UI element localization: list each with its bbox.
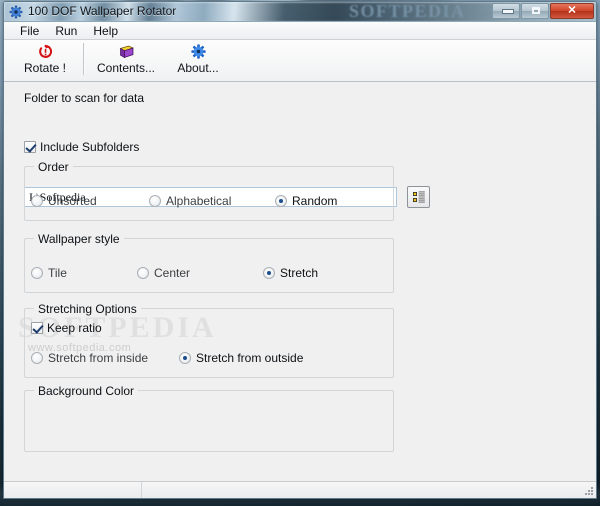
order-option-alphabetical-label: Alphabetical — [166, 194, 232, 208]
book-icon — [118, 43, 134, 60]
window-controls: ✕ — [492, 3, 594, 19]
resize-grip[interactable] — [582, 485, 594, 497]
radio-alphabetical[interactable] — [149, 195, 161, 207]
radio-stretch-from-inside[interactable] — [31, 352, 43, 364]
about-button-label: About... — [177, 61, 219, 75]
keep-ratio-checkbox[interactable] — [31, 322, 43, 334]
wallpaper-style-option-center-label: Center — [154, 266, 191, 280]
gear-icon — [190, 43, 206, 60]
radio-stretch-from-outside[interactable] — [179, 352, 191, 364]
radio-tile[interactable] — [31, 267, 43, 279]
background-color-group: Background Color — [24, 384, 394, 452]
wallpaper-style-group-title: Wallpaper style — [34, 232, 124, 246]
status-panel-2 — [142, 482, 596, 498]
status-panel-1 — [4, 482, 142, 498]
wallpaper-style-option-tile[interactable]: Tile — [31, 266, 67, 280]
radio-stretch[interactable] — [263, 267, 275, 279]
about-button[interactable]: About... — [162, 40, 234, 80]
folder-tree-icon — [412, 191, 425, 203]
order-option-random-label: Random — [292, 194, 338, 208]
menu-item-help[interactable]: Help — [85, 23, 126, 39]
order-option-alphabetical[interactable]: Alphabetical — [149, 194, 231, 208]
stretch-from-inside-label: Stretch from inside — [48, 351, 149, 365]
background-color-group-title: Background Color — [34, 384, 139, 398]
menu-bar: File Run Help — [4, 22, 596, 40]
order-group: Order Unsorted Alphabetical Random — [24, 160, 394, 221]
stretch-from-outside-option[interactable]: Stretch from outside — [179, 351, 303, 365]
contents-button-label: Contents... — [96, 61, 156, 75]
stretching-options-group: Stretching Options Keep ratio Stretch fr… — [24, 302, 394, 378]
rotate-button[interactable]: Rotate ! — [12, 40, 78, 80]
order-group-title: Order — [34, 160, 73, 174]
maximize-button[interactable] — [521, 3, 549, 19]
menu-item-file[interactable]: File — [12, 23, 47, 39]
wallpaper-style-option-center[interactable]: Center — [137, 266, 190, 280]
wallpaper-style-group: Wallpaper style Tile Center Stretch — [24, 232, 394, 293]
toolbar-separator — [83, 43, 85, 75]
client-area: SOFTPEDIA www.softpedia.com Folder to sc… — [4, 83, 596, 482]
wallpaper-style-option-stretch-label: Stretch — [280, 266, 319, 280]
wallpaper-style-option-tile-label: Tile — [48, 266, 67, 280]
close-button[interactable]: ✕ — [550, 3, 594, 19]
order-option-unsorted-label: Unsorted — [48, 194, 97, 208]
stretching-options-group-title: Stretching Options — [34, 302, 141, 316]
include-subfolders-label: Include Subfolders — [40, 140, 140, 154]
minimize-button[interactable] — [492, 3, 520, 19]
menu-item-run[interactable]: Run — [47, 23, 85, 39]
title-bar[interactable]: SOFTPEDIA 100 DOF Wallpaper Rotator ✕ — [4, 2, 596, 22]
keep-ratio-label: Keep ratio — [47, 321, 102, 335]
gear-icon — [9, 5, 23, 19]
wallpaper-style-option-stretch[interactable]: Stretch — [263, 266, 318, 280]
browse-folder-button[interactable] — [407, 186, 430, 208]
order-option-random[interactable]: Random — [275, 194, 337, 208]
maximize-icon — [532, 7, 540, 14]
minimize-icon — [502, 9, 514, 14]
status-bar — [4, 481, 596, 498]
title-bar-watermark: SOFTPEDIA — [349, 2, 466, 21]
rotate-button-label: Rotate ! — [23, 61, 67, 75]
tool-bar: Rotate ! Contents... About... — [4, 40, 596, 82]
stretch-from-outside-label: Stretch from outside — [196, 351, 304, 365]
application-window: SOFTPEDIA 100 DOF Wallpaper Rotator ✕ Fi… — [3, 1, 597, 499]
include-subfolders-checkbox-row[interactable]: Include Subfolders — [24, 140, 139, 154]
stretch-from-inside-option[interactable]: Stretch from inside — [31, 351, 148, 365]
order-option-unsorted[interactable]: Unsorted — [31, 194, 97, 208]
radio-unsorted[interactable] — [31, 195, 43, 207]
window-title: 100 DOF Wallpaper Rotator — [28, 4, 177, 18]
radio-center[interactable] — [137, 267, 149, 279]
keep-ratio-checkbox-row[interactable]: Keep ratio — [31, 321, 102, 335]
include-subfolders-checkbox[interactable] — [24, 141, 36, 153]
contents-button[interactable]: Contents... — [90, 40, 162, 80]
rotate-icon — [38, 43, 53, 60]
close-icon: ✕ — [567, 4, 577, 17]
folder-label: Folder to scan for data — [24, 91, 145, 105]
radio-random[interactable] — [275, 195, 287, 207]
